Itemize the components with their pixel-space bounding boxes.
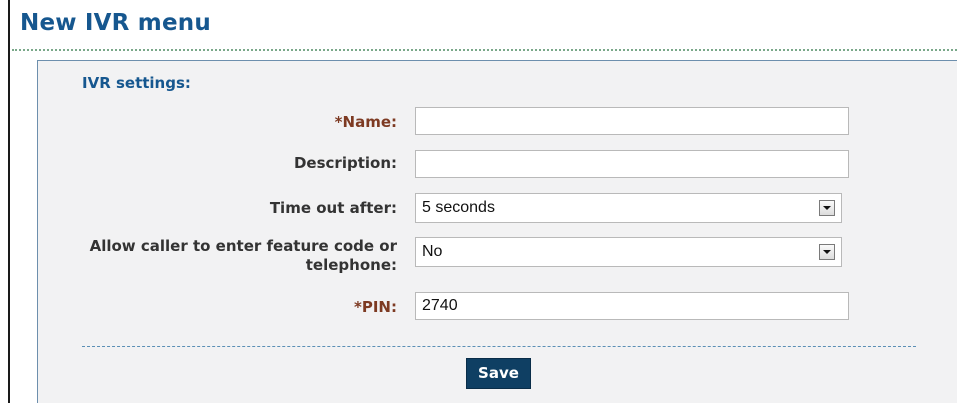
name-label: *Name: (334, 113, 397, 131)
pin-input[interactable] (415, 292, 849, 320)
allow-feature-code-label: Allow caller to enter feature code or te… (90, 237, 397, 275)
allow-feature-code-label-line2: telephone: (305, 256, 397, 274)
allow-feature-code-selected-value: No (422, 243, 443, 260)
pin-label: *PIN: (354, 298, 397, 316)
timeout-label: Time out after: (269, 199, 397, 217)
description-label: Description: (293, 154, 397, 172)
timeout-selected-value: 5 seconds (422, 199, 495, 216)
page-title: New IVR menu (20, 10, 211, 36)
section-title: IVR settings: (82, 74, 191, 92)
title-divider (12, 49, 957, 51)
chevron-down-icon[interactable] (819, 244, 835, 260)
allow-feature-code-label-line1: Allow caller to enter feature code or (89, 237, 397, 255)
allow-feature-code-select[interactable]: No (415, 237, 842, 267)
description-input[interactable] (415, 150, 849, 178)
chevron-down-icon[interactable] (819, 200, 835, 216)
name-input[interactable] (415, 107, 849, 135)
ivr-settings-panel: IVR settings: *Name: Description: Time o… (37, 60, 957, 403)
save-button[interactable]: Save (466, 358, 531, 389)
timeout-select[interactable]: 5 seconds (415, 193, 842, 223)
form-divider (82, 346, 916, 347)
